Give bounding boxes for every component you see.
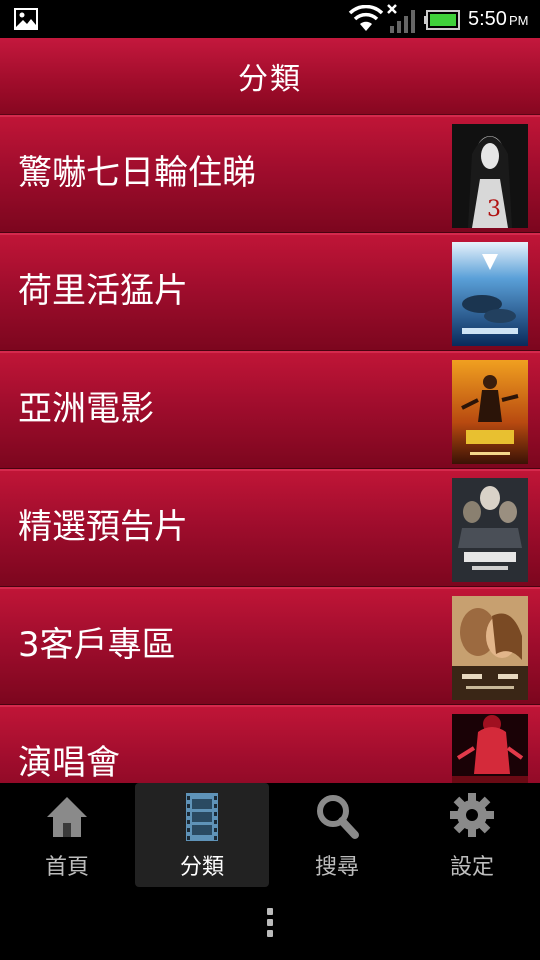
category-label: 3客戶專區 [18, 625, 176, 665]
bottom-tab-bar: 首頁 分類 搜尋 設定 [0, 783, 540, 960]
horror-poster-thumbnail: 3 [452, 124, 528, 228]
page-title: 分類 [238, 62, 302, 97]
svg-text:3: 3 [487, 197, 501, 222]
picture-notification-icon [14, 8, 38, 30]
tab-settings[interactable]: 設定 [405, 783, 539, 887]
tab-home[interactable]: 首頁 [0, 783, 134, 887]
home-icon [47, 797, 87, 837]
clock-time: 5:50 [468, 8, 507, 30]
category-list[interactable]: 驚嚇七日輪住睇 3 荷里活猛片 亞洲電影 精選預告片 3客戶專區 演唱會 [0, 115, 540, 783]
category-label: 亞洲電影 [18, 389, 154, 429]
tab-label: 搜尋 [314, 855, 359, 880]
big-miracle-poster-thumbnail [452, 242, 528, 346]
category-label: 精選預告片 [18, 507, 188, 547]
category-item-horror[interactable]: 驚嚇七日輪住睇 3 [0, 115, 540, 233]
tab-categories[interactable]: 分類 [135, 783, 269, 887]
overflow-menu-icon[interactable] [264, 908, 276, 944]
nights-in-rodanthe-poster-thumbnail [452, 596, 528, 700]
category-item-hollywood[interactable]: 荷里活猛片 [0, 233, 540, 351]
gear-icon [450, 793, 494, 837]
category-item-asian-movies[interactable]: 亞洲電影 [0, 351, 540, 469]
clock: 5:50 PM [468, 7, 528, 33]
tab-label: 分類 [179, 855, 224, 880]
category-label: 荷里活猛片 [18, 271, 188, 311]
status-bar: 5:50 PM [0, 0, 540, 38]
clock-ampm: PM [508, 13, 529, 28]
snow-white-poster-thumbnail [452, 478, 528, 582]
category-label: 驚嚇七日輪住睇 [18, 153, 256, 193]
category-label: 演唱會 [18, 743, 120, 783]
category-item-3-customer-zone[interactable]: 3客戶專區 [0, 587, 540, 705]
battery-icon [424, 10, 460, 30]
category-item-trailers[interactable]: 精選預告片 [0, 469, 540, 587]
tab-label: 設定 [449, 855, 494, 880]
title-bar: 分類 [0, 38, 540, 115]
film-icon [186, 793, 218, 841]
tab-label: 首頁 [44, 855, 89, 880]
tab-search[interactable]: 搜尋 [270, 783, 404, 887]
concert-poster-thumbnail [452, 714, 528, 783]
kungfu-poster-thumbnail [452, 360, 528, 464]
wifi-icon [348, 5, 384, 31]
search-icon [317, 795, 359, 839]
category-item-concerts[interactable]: 演唱會 [0, 705, 540, 783]
signal-icon [387, 4, 415, 33]
